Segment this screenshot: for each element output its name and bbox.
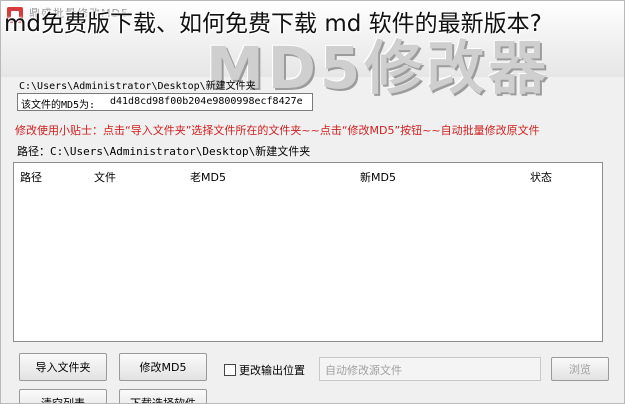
download-software-button[interactable]: 下载选择软件 [119, 389, 207, 403]
current-path-label: C:\Users\Administrator\Desktop\新建文件夹 [19, 81, 256, 92]
change-output-label[interactable]: 更改输出位置 [239, 362, 305, 378]
column-header-old-md5[interactable]: 老MD5 [190, 169, 226, 185]
browse-button[interactable]: 浏览 [551, 357, 609, 381]
import-folder-button[interactable]: 导入文件夹 [19, 353, 107, 381]
column-header-path[interactable]: 路径 [20, 169, 42, 185]
modify-md5-button[interactable]: 修改MD5 [119, 353, 207, 381]
usage-tip: 修改使用小贴士：点击“导入文件夹”选择文件所在的文件夹~~点击“修改MD5”按钮… [15, 124, 540, 137]
file-list-table[interactable]: 路径 文件 老MD5 新MD5 状态 [13, 162, 603, 342]
md5-result-field[interactable]: 该文件的MD5为: d41d8cd98f00b204e9800998ecf842… [17, 93, 313, 111]
column-header-new-md5[interactable]: 新MD5 [360, 169, 396, 185]
column-header-status[interactable]: 状态 [530, 169, 552, 185]
path-row-label: 路径： [17, 145, 50, 158]
change-output-checkbox[interactable] [224, 364, 236, 376]
column-header-file[interactable]: 文件 [94, 169, 116, 185]
output-location-placeholder: 自动修改源文件 [325, 364, 402, 377]
md5-value: d41d8cd98f00b204e9800998ecf8427e [110, 96, 303, 107]
path-row-value: C:\Users\Administrator\Desktop\新建文件夹 [50, 145, 311, 158]
clear-list-button[interactable]: 清空列表 [19, 389, 107, 403]
app-window: 鼎盛批量修改MD5 MD5修改器 C:\Users\Administrator\… [0, 0, 625, 404]
md5-label: 该文件的MD5为: [21, 100, 96, 111]
overlay-caption: md免费版下载、如何免费下载 md 软件的最新版本? [4, 11, 542, 37]
path-row: 路径：C:\Users\Administrator\Desktop\新建文件夹 [17, 143, 310, 159]
output-location-input[interactable]: 自动修改源文件 [319, 357, 541, 381]
